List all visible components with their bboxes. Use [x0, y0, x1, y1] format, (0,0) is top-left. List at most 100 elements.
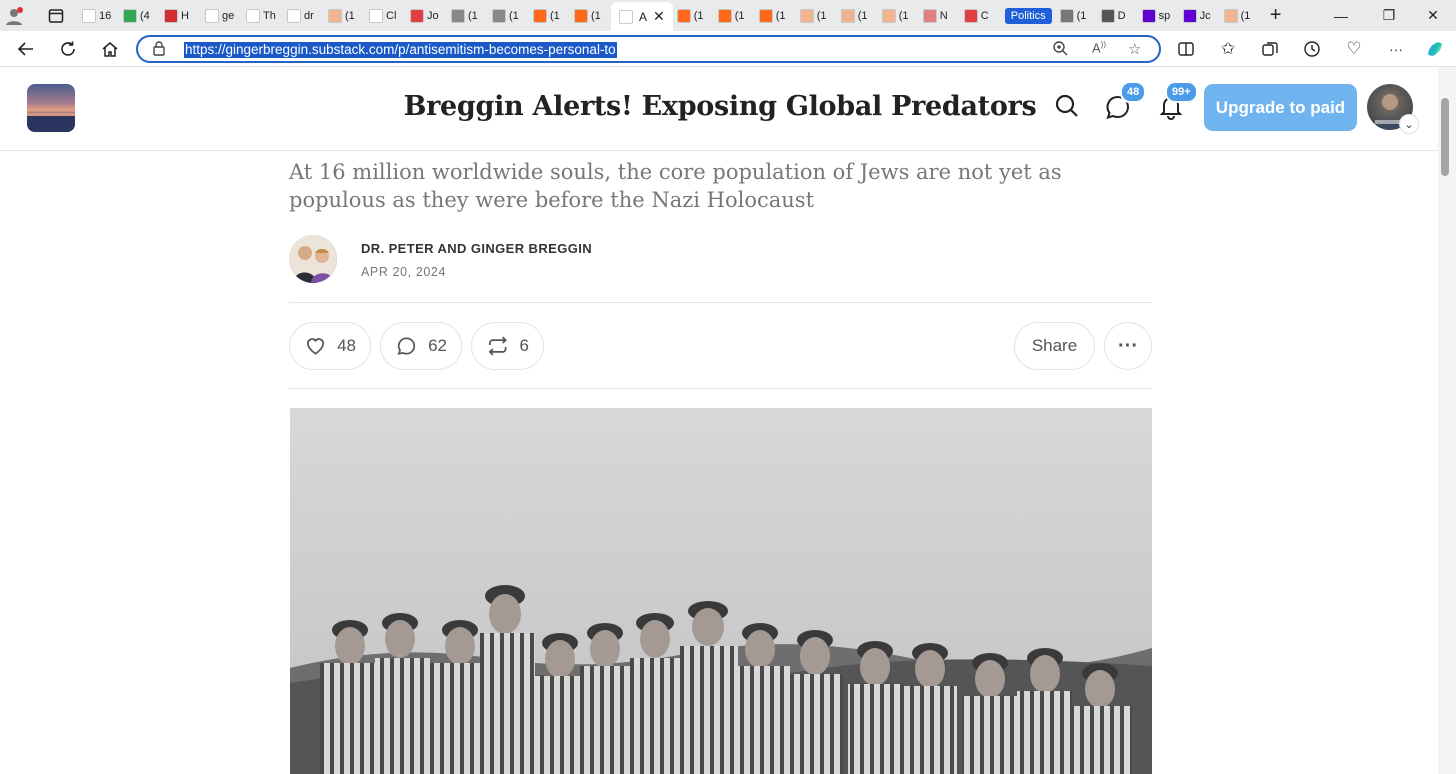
tab-item[interactable]: Jc	[1179, 3, 1220, 29]
tab-favicon-icon	[246, 8, 260, 23]
split-screen-icon[interactable]	[1173, 37, 1199, 61]
tab-label: Jc	[1199, 9, 1211, 22]
comment-button[interactable]: 62	[380, 322, 462, 370]
comment-count: 62	[428, 336, 447, 355]
tab-favicon-icon	[82, 8, 96, 23]
tab-item[interactable]: Jo	[406, 3, 447, 29]
tab-item[interactable]: Th	[242, 3, 283, 29]
browser-essentials-icon[interactable]: ♡	[1341, 37, 1367, 61]
tab-item[interactable]: (1	[673, 3, 714, 29]
author-name[interactable]: DR. PETER AND GINGER BREGGIN	[361, 241, 592, 256]
tab-label: D	[1117, 9, 1126, 22]
tab-label: (1	[550, 9, 560, 22]
home-icon[interactable]	[97, 37, 123, 61]
tab-favicon-icon	[922, 8, 937, 23]
zoom-icon[interactable]	[1052, 40, 1068, 60]
profile-icon[interactable]	[0, 3, 34, 29]
tab-favicon-icon	[369, 8, 383, 23]
tab-item[interactable]: (1	[488, 3, 529, 29]
tab-item[interactable]: (1	[529, 3, 570, 29]
url-text[interactable]: https://gingerbreggin.substack.com/p/ant…	[184, 42, 617, 58]
browser-toolbar: https://gingerbreggin.substack.com/p/ant…	[0, 31, 1456, 67]
like-button[interactable]: 48	[289, 322, 371, 370]
share-button[interactable]: Share	[1014, 322, 1095, 370]
scrollbar-thumb[interactable]	[1441, 98, 1449, 176]
tab-item[interactable]: (1	[570, 3, 611, 29]
tab-label: sp	[1158, 9, 1171, 22]
substack-favicon-icon	[619, 9, 633, 24]
tab-item[interactable]: (1	[755, 3, 796, 29]
tab-item[interactable]: (1	[878, 3, 919, 29]
chat-badge: 48	[1120, 81, 1147, 103]
site-header: Breggin Alerts! Exposing Global Predator…	[0, 67, 1438, 151]
tab-list-left: 16 (4 Hge Th dr (1 Cl Jo (1 (1 (1 (1	[78, 3, 611, 29]
tab-item[interactable]: (1	[447, 3, 488, 29]
tab-actions-icon[interactable]	[34, 3, 78, 29]
tab-favicon-icon	[533, 8, 547, 23]
tab-item[interactable]: (4	[119, 3, 160, 29]
close-window-icon[interactable]: ✕	[1410, 0, 1456, 31]
tab-item[interactable]: D	[1097, 3, 1138, 29]
tab-favicon-icon	[840, 8, 855, 23]
tab-label: (1	[509, 9, 519, 22]
new-tab-button[interactable]: +	[1261, 3, 1291, 29]
tab-label: Th	[263, 9, 276, 22]
tab-label: (4	[140, 9, 150, 22]
history-icon[interactable]	[1299, 37, 1325, 61]
copilot-icon[interactable]	[1422, 37, 1448, 61]
back-icon[interactable]	[13, 37, 39, 61]
tab-item[interactable]: sp	[1138, 3, 1179, 29]
tab-favicon-icon	[1141, 8, 1156, 23]
tab-favicon-icon	[881, 8, 896, 23]
tab-item[interactable]: (1	[714, 3, 755, 29]
tab-item[interactable]: (1	[1056, 3, 1097, 29]
like-count: 48	[337, 336, 356, 355]
tab-item[interactable]: Cl	[365, 3, 406, 29]
close-tab-icon[interactable]: ✕	[653, 8, 665, 25]
tab-politics[interactable]: Politics	[1001, 3, 1056, 29]
favorites-icon[interactable]: ✩	[1215, 37, 1241, 61]
tab-item[interactable]: (1	[1220, 3, 1261, 29]
tab-label: (1	[345, 9, 355, 22]
minimize-icon[interactable]: —	[1318, 0, 1364, 31]
favorite-star-icon[interactable]: ☆	[1128, 40, 1141, 58]
tab-item[interactable]: (1	[796, 3, 837, 29]
tab-item[interactable]: dr	[283, 3, 324, 29]
tab-favicon-icon	[758, 8, 773, 23]
chevron-down-icon[interactable]: ⌄	[1399, 114, 1419, 134]
refresh-icon[interactable]	[55, 37, 81, 61]
tab-favicon-icon	[410, 8, 424, 23]
tab-label: (1	[1076, 9, 1087, 22]
tab-item[interactable]: N	[919, 3, 960, 29]
tab-item[interactable]: ge	[201, 3, 242, 29]
divider	[289, 302, 1152, 303]
notification-badge: 99+	[1165, 81, 1198, 103]
tab-label: (1	[693, 9, 704, 22]
post-date: APR 20, 2024	[361, 265, 447, 279]
tab-active[interactable]: A ✕	[611, 2, 673, 31]
restore-icon[interactable]: ❐	[1366, 0, 1412, 31]
more-menu-icon[interactable]: ···	[1383, 37, 1409, 61]
author-avatar[interactable]	[289, 235, 337, 283]
collections-icon[interactable]	[1257, 37, 1283, 61]
tab-favicon-icon	[574, 8, 588, 23]
more-options-icon[interactable]: ···	[1104, 322, 1152, 370]
address-bar[interactable]: https://gingerbreggin.substack.com/p/ant…	[136, 35, 1161, 63]
tab-label: dr	[304, 9, 314, 22]
read-aloud-icon[interactable]: A))	[1092, 40, 1106, 55]
upgrade-button[interactable]: Upgrade to paid	[1204, 84, 1357, 131]
tab-item[interactable]: 16	[78, 3, 119, 29]
comment-icon	[397, 337, 416, 355]
tab-favicon-icon	[164, 8, 178, 23]
lock-icon[interactable]	[152, 40, 166, 60]
post-subtitle: At 16 million worldwide souls, the core …	[289, 160, 1062, 212]
tab-label: (1	[591, 9, 601, 22]
tab-item[interactable]: (1	[324, 3, 365, 29]
tab-item[interactable]: H	[160, 3, 201, 29]
tab-item[interactable]: C	[960, 3, 1001, 29]
search-icon[interactable]	[1054, 93, 1084, 123]
restack-count: 6	[519, 336, 529, 355]
tab-item[interactable]: (1	[837, 3, 878, 29]
post-hero-image[interactable]	[290, 408, 1152, 774]
restack-button[interactable]: 6	[471, 322, 544, 370]
